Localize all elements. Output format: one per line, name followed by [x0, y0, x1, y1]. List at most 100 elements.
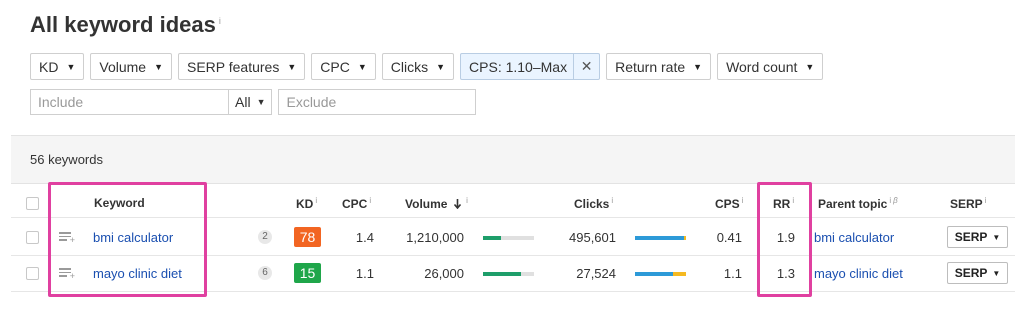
col-volume-label: Volume	[405, 197, 448, 211]
cpc-value: 1.1	[355, 266, 374, 281]
serp-button-label: SERP	[954, 266, 988, 280]
caret-down-icon: ▼	[992, 268, 1001, 278]
volume-bar-fill	[483, 236, 501, 240]
caret-down-icon: ▼	[436, 61, 446, 72]
cps-value: 0.41	[716, 230, 742, 245]
filter-kd[interactable]: KD ▼	[30, 53, 85, 80]
filter-return-rate-label: Return rate	[615, 58, 686, 75]
info-icon[interactable]: i	[889, 196, 891, 205]
filter-clicks-label: Clicks	[390, 58, 429, 75]
filter-clicks[interactable]: Clicks ▼	[381, 53, 455, 80]
filter-serp-features[interactable]: SERP features ▼	[178, 53, 306, 80]
serp-features-count: 6	[258, 266, 272, 280]
row-checkbox[interactable]	[26, 231, 39, 244]
clicks-organic-segment	[635, 236, 685, 240]
caret-down-icon: ▼	[805, 61, 815, 72]
col-parent-topic[interactable]: Parent topic i β	[818, 196, 898, 211]
clicks-paid-segment	[684, 236, 686, 240]
rr-value: 1.3	[776, 266, 795, 281]
volume-bar	[483, 236, 534, 240]
col-rr[interactable]: RR i	[773, 196, 794, 211]
col-clicks-label: Clicks	[574, 197, 610, 211]
clicks-bar	[635, 272, 686, 276]
col-cps-label: CPS	[715, 197, 740, 211]
serp-button[interactable]: SERP ▼	[947, 262, 1008, 284]
info-icon[interactable]: i	[315, 196, 317, 205]
clicks-value: 495,601	[569, 230, 616, 245]
kd-score-badge: 15	[294, 263, 321, 283]
volume-bar	[483, 272, 534, 276]
filter-kd-label: KD	[39, 58, 59, 75]
filter-return-rate[interactable]: Return rate ▼	[606, 53, 712, 80]
volume-bar-fill	[483, 272, 522, 276]
col-parent-topic-label: Parent topic	[818, 197, 888, 211]
col-rr-label: RR	[773, 197, 791, 211]
filter-word-count-label: Word count	[726, 58, 798, 75]
info-icon[interactable]: i	[369, 196, 371, 205]
col-cpc[interactable]: CPC i	[342, 196, 371, 211]
filter-bar: KD ▼ Volume ▼ SERP features ▼ CPC ▼ Clicks ▼ …	[30, 53, 824, 80]
add-to-list-icon[interactable]: +	[59, 232, 75, 245]
match-mode-select[interactable]: All ▼	[228, 89, 273, 115]
filter-volume-label: Volume	[99, 58, 147, 75]
filter-volume[interactable]: Volume ▼	[90, 53, 172, 80]
filter-cpc-label: CPC	[320, 58, 350, 75]
volume-value: 1,210,000	[406, 230, 464, 245]
volume-value: 26,000	[424, 266, 464, 281]
col-kd-label: KD	[296, 197, 314, 211]
row-divider	[11, 291, 1015, 292]
keyword-search-row: Include All ▼ Exclude	[30, 89, 477, 115]
row-checkbox[interactable]	[26, 267, 39, 280]
serp-button[interactable]: SERP ▼	[947, 226, 1008, 248]
info-icon[interactable]: i	[219, 16, 221, 26]
keyword-link[interactable]: bmi calculator	[93, 230, 173, 245]
caret-down-icon: ▼	[992, 232, 1001, 242]
caret-down-icon: ▼	[154, 61, 163, 72]
cps-value: 1.1	[723, 266, 742, 281]
filter-cpc[interactable]: CPC ▼	[311, 53, 376, 80]
add-to-list-icon[interactable]: +	[59, 268, 75, 281]
info-icon[interactable]: i	[792, 196, 794, 205]
clicks-value: 27,524	[576, 266, 616, 281]
keyword-count: 56 keywords	[11, 136, 1015, 184]
col-cpc-label: CPC	[342, 197, 368, 211]
cpc-value: 1.4	[355, 230, 374, 245]
close-icon[interactable]: ✕	[573, 54, 599, 79]
clicks-paid-segment	[673, 272, 686, 276]
match-mode-label: All	[235, 94, 251, 110]
filter-cps-label: CPS: 1.10–Max	[469, 58, 568, 75]
serp-button-label: SERP	[954, 230, 988, 244]
col-clicks[interactable]: Clicks i	[574, 196, 613, 211]
caret-down-icon: ▼	[66, 61, 76, 72]
row-divider	[11, 255, 1015, 256]
filter-serp-features-label: SERP features	[187, 58, 280, 75]
info-icon[interactable]: i	[611, 196, 613, 205]
parent-topic-link[interactable]: bmi calculator	[814, 230, 894, 245]
info-icon[interactable]: i	[985, 196, 987, 205]
caret-down-icon: ▼	[693, 61, 703, 72]
header-divider	[11, 217, 1015, 218]
page-title: All keyword ideas i	[30, 12, 221, 38]
page-title-text: All keyword ideas	[30, 12, 216, 37]
info-icon[interactable]: i	[466, 196, 468, 205]
keyword-link[interactable]: mayo clinic diet	[93, 266, 182, 281]
sort-arrow-down-icon	[450, 197, 464, 211]
col-kd[interactable]: KD i	[296, 196, 317, 211]
exclude-input[interactable]: Exclude	[278, 89, 477, 115]
col-serp[interactable]: SERP i	[950, 196, 986, 211]
include-input[interactable]: Include	[30, 89, 228, 115]
kd-score-badge: 78	[294, 227, 321, 247]
parent-topic-link[interactable]: mayo clinic diet	[814, 266, 903, 281]
select-all-checkbox[interactable]	[26, 197, 39, 210]
caret-down-icon: ▼	[256, 97, 266, 107]
rr-value: 1.9	[776, 230, 795, 245]
col-cps[interactable]: CPS i	[715, 196, 743, 211]
filter-cps-active[interactable]: CPS: 1.10–Max ✕	[460, 53, 601, 80]
caret-down-icon: ▼	[287, 61, 297, 72]
info-icon[interactable]: i	[742, 196, 744, 205]
col-keyword[interactable]: Keyword	[94, 196, 145, 210]
filter-word-count[interactable]: Word count ▼	[717, 53, 824, 80]
clicks-bar	[635, 236, 686, 240]
beta-badge: β	[893, 196, 898, 205]
col-volume[interactable]: Volume i	[405, 196, 468, 211]
